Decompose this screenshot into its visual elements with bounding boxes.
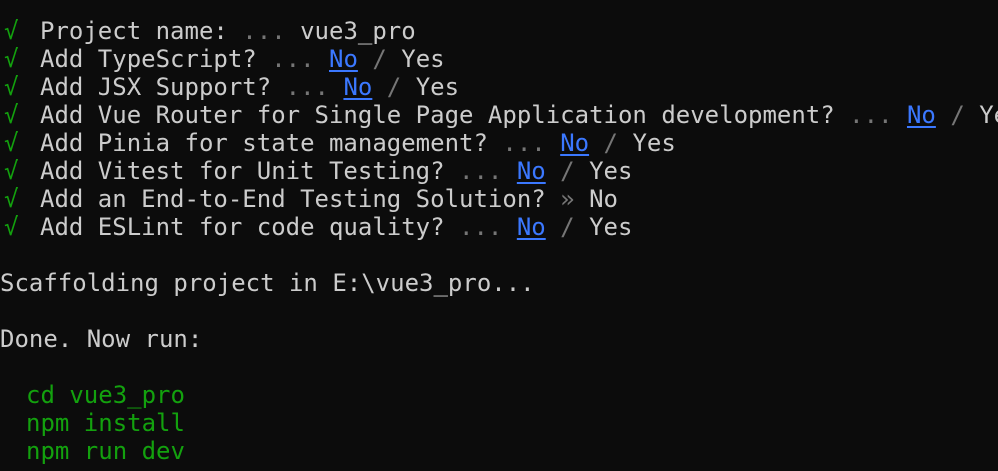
prompt-question: Add JSX Support? bbox=[40, 73, 272, 101]
check-icon: √ bbox=[4, 157, 19, 185]
prompt-answer: No bbox=[589, 185, 618, 213]
option-slash: / bbox=[372, 73, 416, 101]
prompt-eslint: √ Add ESLint for code quality? ... No / Y… bbox=[0, 213, 998, 241]
prompt-project-name: √ Project name: ... vue3_pro bbox=[0, 17, 998, 45]
option-slash: / bbox=[545, 157, 590, 185]
prompt-question: Add an End-to-End Testing Solution? bbox=[40, 185, 546, 213]
option-no-selected: No bbox=[343, 73, 373, 101]
option-yes: Yes bbox=[979, 101, 998, 129]
option-slash: / bbox=[589, 129, 633, 157]
check-icon: √ bbox=[4, 17, 19, 45]
check-icon: √ bbox=[4, 101, 19, 129]
scaffolding-message: Scaffolding project in E:\vue3_pro... bbox=[0, 269, 535, 297]
terminal-output: √ Project name: ... vue3_pro √ Add TypeScr… bbox=[0, 17, 998, 465]
prompt-separator: ... bbox=[271, 73, 344, 101]
option-yes: Yes bbox=[415, 73, 460, 101]
prompt-separator: ... bbox=[256, 45, 329, 73]
check-icon: √ bbox=[4, 213, 19, 241]
option-yes: Yes bbox=[589, 213, 633, 241]
prompt-separator: ... bbox=[444, 213, 517, 241]
option-slash: / bbox=[545, 213, 590, 241]
prompt-question: Add TypeScript? bbox=[40, 45, 257, 73]
command-cd: cd vue3_pro bbox=[26, 381, 185, 409]
check-icon: √ bbox=[4, 185, 19, 213]
option-no-selected: No bbox=[560, 129, 590, 157]
prompt-vitest: √ Add Vitest for Unit Testing? ... No / Y… bbox=[0, 157, 998, 185]
check-icon: √ bbox=[4, 73, 19, 101]
option-yes: Yes bbox=[401, 45, 445, 73]
prompt-separator: ... bbox=[834, 101, 907, 129]
prompt-separator: » bbox=[545, 185, 590, 213]
prompt-answer: vue3_pro bbox=[300, 17, 416, 45]
option-slash: / bbox=[935, 101, 980, 129]
prompt-question: Add ESLint for code quality? bbox=[40, 213, 445, 241]
done-message: Done. Now run: bbox=[0, 325, 203, 353]
prompt-question: Add Vitest for Unit Testing? bbox=[40, 157, 445, 185]
prompt-jsx: √ Add JSX Support? ... No / Yes bbox=[0, 73, 998, 101]
prompt-question: Add Pinia for state management? bbox=[40, 129, 488, 157]
option-no-selected: No bbox=[516, 157, 546, 185]
option-no-selected: No bbox=[906, 101, 936, 129]
prompt-question: Add Vue Router for Single Page Applicati… bbox=[40, 101, 835, 129]
check-icon: √ bbox=[4, 45, 19, 73]
prompt-e2e-testing: √ Add an End-to-End Testing Solution? » N… bbox=[0, 185, 998, 213]
option-yes: Yes bbox=[632, 129, 676, 157]
prompt-separator: ... bbox=[487, 129, 561, 157]
prompt-question: Project name: bbox=[40, 17, 228, 45]
prompt-separator: ... bbox=[227, 17, 301, 45]
option-yes: Yes bbox=[589, 157, 633, 185]
prompt-typescript: √ Add TypeScript? ... No / Yes bbox=[0, 45, 998, 73]
prompt-vue-router: √ Add Vue Router for Single Page Applicat… bbox=[0, 101, 998, 129]
option-no-selected: No bbox=[329, 45, 358, 73]
command-npm-install: npm install bbox=[26, 409, 185, 437]
check-icon: √ bbox=[4, 129, 19, 157]
command-npm-run-dev: npm run dev bbox=[26, 437, 185, 465]
option-no-selected: No bbox=[516, 213, 546, 241]
prompt-pinia: √ Add Pinia for state management? ... No … bbox=[0, 129, 998, 157]
option-slash: / bbox=[357, 45, 402, 73]
prompt-separator: ... bbox=[444, 157, 517, 185]
